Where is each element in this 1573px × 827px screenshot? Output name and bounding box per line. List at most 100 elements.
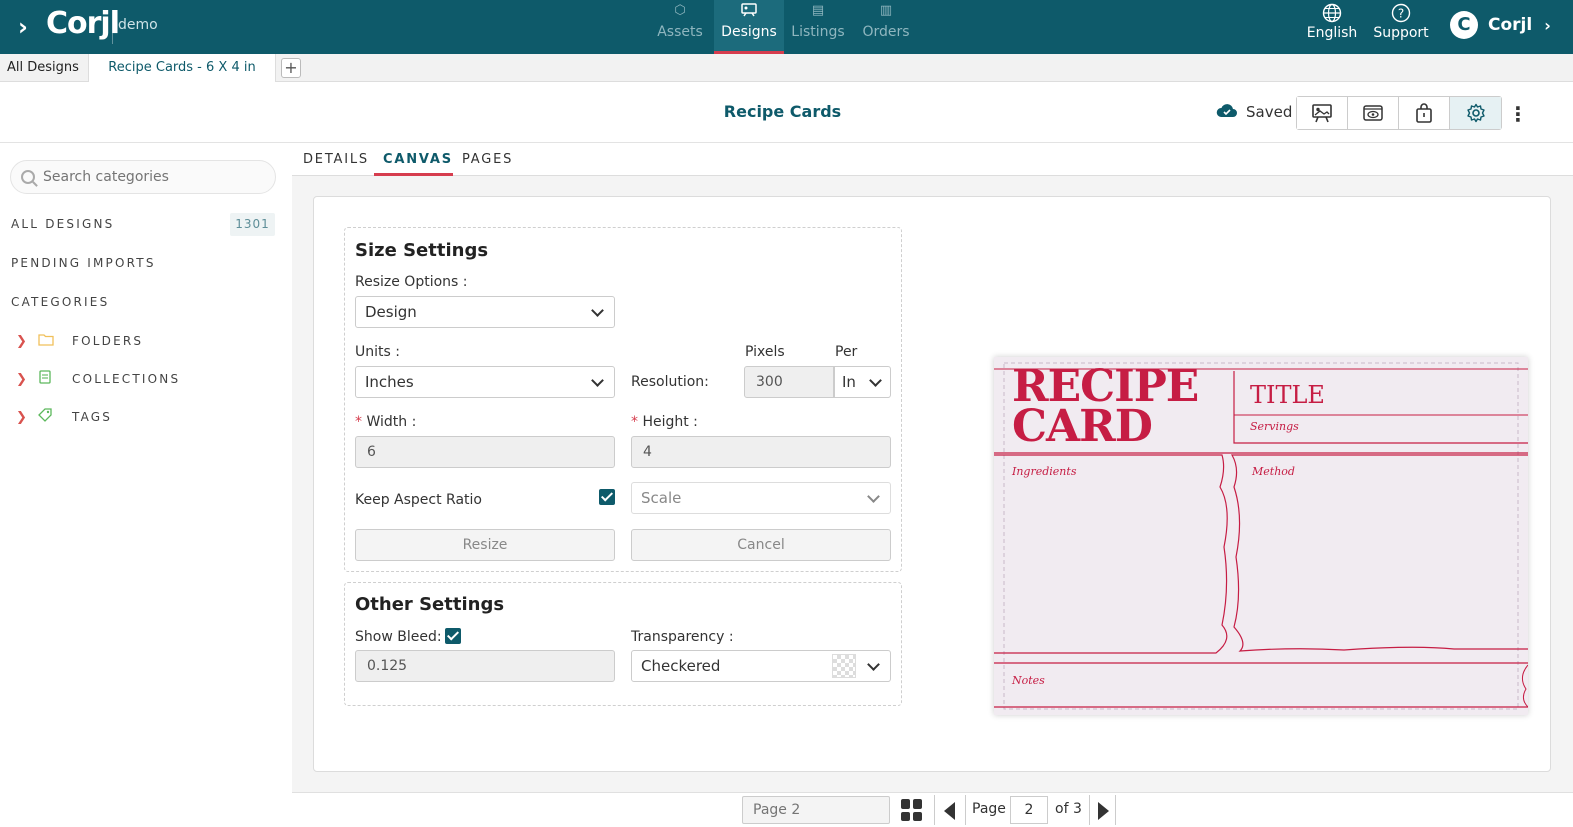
- divider: [934, 795, 935, 825]
- globe-icon: [1306, 0, 1358, 24]
- settings-tabs: DETAILS CANVAS PAGES: [292, 143, 1573, 176]
- page-label: Page: [972, 801, 1006, 817]
- transparency-select[interactable]: Checkered: [631, 650, 891, 682]
- resolution-unit-select[interactable]: In: [834, 366, 891, 398]
- page-navigator: Page 2 of 3: [292, 792, 1573, 827]
- page-count-label: of 3: [1055, 801, 1082, 817]
- app-logo[interactable]: Corjl: [46, 6, 120, 41]
- category-search: [10, 160, 276, 194]
- language-label: English: [1306, 25, 1358, 41]
- checkered-swatch: [832, 654, 856, 678]
- search-input[interactable]: [43, 169, 263, 185]
- page-name-input[interactable]: [742, 796, 890, 824]
- main-nav: ⬡ Assets Designs ▤ Listings ▥ Orders: [646, 0, 920, 54]
- other-settings-section: Other Settings Show Bleed: 0.125 Transpa…: [344, 582, 902, 706]
- all-designs-count: 1301: [230, 213, 275, 236]
- size-settings-title: Size Settings: [355, 240, 489, 261]
- tab-all-designs[interactable]: All Designs: [0, 54, 86, 82]
- grid-view-icon[interactable]: [901, 799, 923, 821]
- cube-icon: ⬡: [674, 3, 686, 18]
- tab-canvas[interactable]: CANVAS: [383, 152, 453, 167]
- nav-orders[interactable]: ▥ Orders: [852, 0, 920, 54]
- cancel-button[interactable]: Cancel: [631, 529, 891, 561]
- pixels-label: Pixels: [745, 344, 785, 360]
- preview-button[interactable]: [1348, 97, 1399, 129]
- cloud-check-icon: [1216, 102, 1238, 122]
- card-notes-text: Notes: [1012, 674, 1045, 687]
- more-options-icon[interactable]: ⋮: [1508, 102, 1528, 126]
- shop-button[interactable]: [1399, 97, 1450, 129]
- language-menu[interactable]: English: [1306, 0, 1358, 54]
- bleed-input[interactable]: 0.125: [355, 650, 615, 682]
- nav-listings-label: Listings: [791, 24, 845, 40]
- sidebar-categories-heading: CATEGORIES: [11, 295, 110, 309]
- user-name: Corjl: [1488, 15, 1533, 35]
- orders-icon: ▥: [879, 3, 893, 18]
- previous-page-icon[interactable]: [944, 802, 955, 820]
- units-select[interactable]: Inches: [355, 366, 615, 398]
- resolution-unit-value: In: [842, 373, 856, 391]
- tab-recipe-cards[interactable]: Recipe Cards - 6 X 4 in: [88, 54, 276, 83]
- show-bleed-label: Show Bleed:: [355, 629, 442, 645]
- next-page-icon[interactable]: [1098, 802, 1109, 820]
- settings-button[interactable]: [1450, 97, 1501, 129]
- editor-button[interactable]: [1297, 97, 1348, 129]
- shopping-bag-icon: [1416, 103, 1432, 123]
- canvas-panel: Size Settings Resize Options : Design Un…: [313, 196, 1551, 772]
- scale-value: Scale: [641, 489, 682, 507]
- design-preview[interactable]: RECIPE CARD TITLE Servings Ingredients M…: [994, 357, 1528, 715]
- chevron-right-icon: ❯: [16, 409, 30, 425]
- sidebar-item-label: COLLECTIONS: [72, 372, 181, 386]
- search-icon: [21, 170, 35, 184]
- width-label: * Width :: [355, 414, 417, 430]
- account-name: demo: [118, 17, 158, 33]
- collection-icon: [38, 370, 72, 388]
- other-settings-title: Other Settings: [355, 594, 505, 615]
- nav-designs[interactable]: Designs: [714, 0, 784, 54]
- sidebar-item-folders[interactable]: ❯ FOLDERS: [16, 331, 143, 351]
- chevron-down-icon: [869, 374, 882, 387]
- support-menu[interactable]: ? Support: [1372, 0, 1430, 54]
- resize-options-label: Resize Options :: [355, 274, 468, 290]
- expand-menu-icon[interactable]: ›: [18, 13, 28, 41]
- units-value: Inches: [365, 373, 414, 391]
- sidebar-item-tags[interactable]: ❯ TAGS: [16, 407, 112, 427]
- scale-select[interactable]: Scale: [631, 482, 891, 514]
- svg-text:?: ?: [1398, 7, 1404, 21]
- height-input[interactable]: 4: [631, 436, 891, 468]
- resize-button[interactable]: Resize: [355, 529, 615, 561]
- sidebar-pending-imports[interactable]: PENDING IMPORTS: [11, 256, 156, 270]
- saved-label: Saved: [1246, 103, 1293, 121]
- avatar: C: [1450, 11, 1478, 39]
- keep-aspect-checkbox[interactable]: [599, 489, 615, 505]
- tab-details[interactable]: DETAILS: [303, 152, 369, 167]
- card-ingredients-text: Ingredients: [1012, 465, 1077, 478]
- chevron-down-icon: [591, 374, 604, 387]
- user-menu[interactable]: C Corjl ›: [1450, 11, 1551, 39]
- document-tabs: All Designs Recipe Cards - 6 X 4 in +: [0, 54, 1573, 83]
- nav-listings[interactable]: ▤ Listings: [784, 0, 852, 54]
- resize-options-select[interactable]: Design: [355, 296, 615, 328]
- transparency-value: Checkered: [641, 657, 721, 675]
- nav-designs-label: Designs: [721, 24, 777, 40]
- resolution-input[interactable]: 300: [744, 366, 834, 398]
- divider: [1115, 795, 1116, 825]
- tab-pages[interactable]: PAGES: [462, 152, 513, 167]
- nav-assets-label: Assets: [657, 24, 703, 40]
- logo-divider: [112, 10, 113, 44]
- transparency-label: Transparency :: [631, 629, 734, 645]
- card-method-text: Method: [1252, 465, 1295, 478]
- help-icon: ?: [1372, 0, 1430, 24]
- support-label: Support: [1373, 25, 1429, 41]
- add-tab-button[interactable]: +: [281, 58, 301, 78]
- show-bleed-checkbox[interactable]: [445, 628, 461, 644]
- page-number-input[interactable]: 2: [1010, 796, 1048, 824]
- designs-icon: [714, 0, 784, 22]
- card-servings-text: Servings: [1250, 420, 1299, 433]
- nav-assets[interactable]: ⬡ Assets: [646, 0, 714, 54]
- sidebar-all-designs[interactable]: ALL DESIGNS: [11, 217, 114, 231]
- sidebar-item-collections[interactable]: ❯ COLLECTIONS: [16, 369, 180, 389]
- width-input[interactable]: 6: [355, 436, 615, 468]
- units-label: Units :: [355, 344, 400, 360]
- height-label: * Height :: [631, 414, 698, 430]
